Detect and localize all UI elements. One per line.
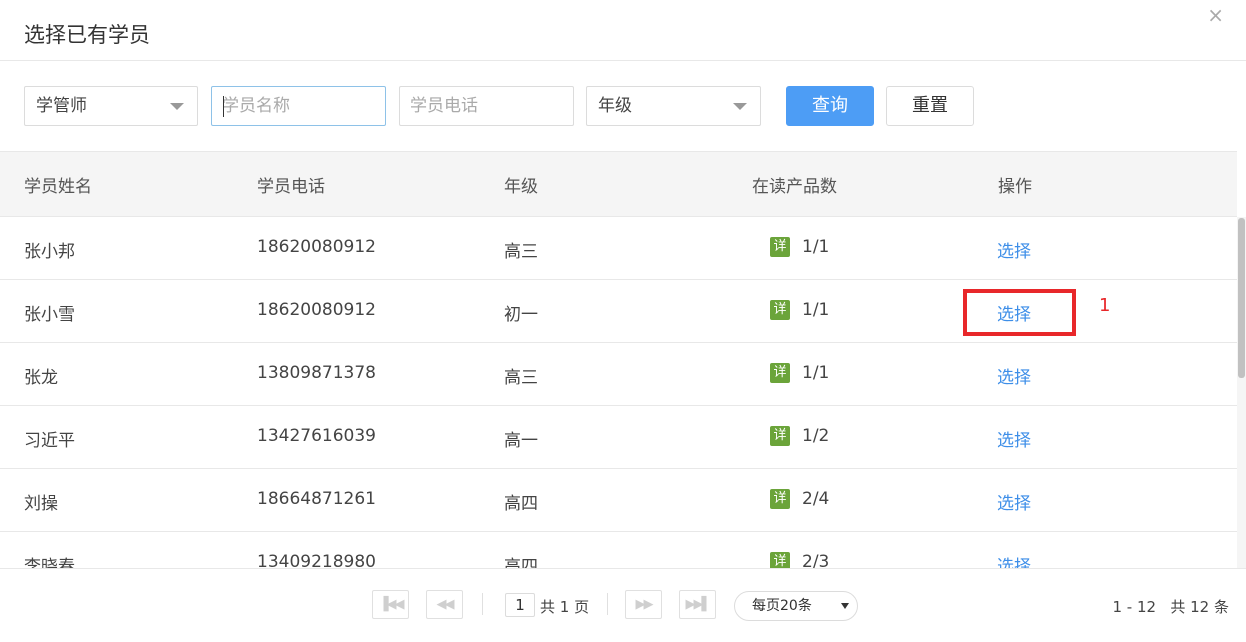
- product-count: 1/1: [802, 363, 830, 383]
- column-header-phone: 学员电话: [257, 177, 325, 197]
- table-row: 张小邦 18620080912 高三 详 1/1 选择: [0, 217, 1237, 280]
- record-range-text: 1 - 12 共 12 条: [1112, 596, 1229, 617]
- student-phone: 18620080912: [257, 300, 376, 320]
- manager-select[interactable]: 学管师: [24, 86, 198, 126]
- pagination-divider: [607, 593, 608, 615]
- filter-bar: 学管师 学员名称 学员电话 年级 查询 重置: [0, 61, 1246, 151]
- grade-select-value: 年级: [598, 96, 632, 116]
- prev-page-icon[interactable]: ◀◀: [426, 590, 463, 619]
- select-link[interactable]: 选择: [997, 237, 1031, 262]
- dropdown-caret-icon: [733, 103, 747, 110]
- detail-icon[interactable]: 详: [770, 300, 790, 320]
- table-row: 张龙 13809871378 高三 详 1/1 选择: [0, 343, 1237, 406]
- student-grade: 高一: [504, 431, 538, 451]
- reset-button[interactable]: 重置: [886, 86, 974, 126]
- product-count: 1/2: [802, 426, 830, 446]
- dialog-title: 选择已有学员: [24, 23, 150, 47]
- student-name: 张小邦: [24, 242, 75, 262]
- dropdown-caret-icon: [841, 603, 849, 609]
- select-link[interactable]: 选择: [997, 426, 1031, 451]
- detail-icon[interactable]: 详: [770, 363, 790, 383]
- search-button[interactable]: 查询: [786, 86, 874, 126]
- text-cursor: [223, 96, 224, 117]
- student-grade: 高四: [504, 494, 538, 514]
- product-count: 2/4: [802, 489, 830, 509]
- student-phone: 13409218980: [257, 552, 376, 568]
- last-page-icon[interactable]: ▶▶▌: [679, 590, 716, 619]
- select-link[interactable]: 选择: [997, 363, 1031, 388]
- table-row: 习近平 13427616039 高一 详 1/2 选择: [0, 406, 1237, 469]
- column-header-grade: 年级: [504, 177, 538, 197]
- student-name: 习近平: [24, 431, 75, 451]
- total-records-text: 共 12 条: [1170, 598, 1229, 616]
- manager-select-value: 学管师: [36, 96, 87, 116]
- detail-icon[interactable]: 详: [770, 426, 790, 446]
- student-phone: 13809871378: [257, 363, 376, 383]
- dialog-header: 选择已有学员 ×: [0, 0, 1246, 61]
- product-count: 1/1: [802, 237, 830, 257]
- student-name-input[interactable]: 学员名称: [211, 86, 386, 126]
- table-row: 刘操 18664871261 高四 详 2/4 选择: [0, 469, 1237, 532]
- pagination-divider: [482, 593, 483, 615]
- dropdown-caret-icon: [170, 103, 184, 110]
- column-header-name: 学员姓名: [24, 177, 92, 197]
- select-link[interactable]: 选择: [997, 489, 1031, 514]
- page-number-input[interactable]: 1: [505, 593, 535, 617]
- column-header-action: 操作: [998, 177, 1032, 197]
- student-phone-placeholder: 学员电话: [410, 96, 478, 116]
- annotation-label: 1: [1099, 295, 1111, 316]
- student-grade: 高四: [504, 557, 538, 568]
- annotation-highlight-box: [963, 289, 1076, 336]
- column-header-products: 在读产品数: [752, 177, 837, 197]
- student-phone: 18620080912: [257, 237, 376, 257]
- page-size-select[interactable]: 每页20条: [734, 591, 858, 621]
- student-name: 张小雪: [24, 305, 75, 325]
- student-phone: 18664871261: [257, 489, 376, 509]
- table-body[interactable]: 张小邦 18620080912 高三 详 1/1 选择 张小雪 18620080…: [0, 217, 1237, 568]
- student-name-placeholder: 学员名称: [222, 96, 290, 116]
- student-name: 张龙: [24, 368, 58, 388]
- detail-icon[interactable]: 详: [770, 489, 790, 509]
- close-icon[interactable]: ×: [1207, 5, 1224, 25]
- table-row: 李晓春 13409218980 高四 详 2/3 选择: [0, 532, 1237, 568]
- table-header: 学员姓名 学员电话 年级 在读产品数 操作: [0, 151, 1237, 217]
- detail-icon[interactable]: 详: [770, 237, 790, 257]
- student-name: 刘操: [24, 494, 58, 514]
- student-name: 李晓春: [24, 557, 75, 568]
- detail-icon[interactable]: 详: [770, 552, 790, 568]
- first-page-icon[interactable]: ▐◀◀: [372, 590, 409, 619]
- grade-select[interactable]: 年级: [586, 86, 761, 126]
- select-link[interactable]: 选择: [997, 552, 1031, 568]
- product-count: 2/3: [802, 552, 830, 568]
- next-page-icon[interactable]: ▶▶: [625, 590, 662, 619]
- student-grade: 高三: [504, 242, 538, 262]
- range-text: 1 - 12: [1112, 598, 1157, 616]
- student-phone: 13427616039: [257, 426, 376, 446]
- page-size-value: 每页20条: [752, 598, 812, 614]
- student-grade: 高三: [504, 368, 538, 388]
- scrollbar-thumb[interactable]: [1238, 218, 1245, 378]
- pagination-bar: ▐◀◀ ◀◀ 1 共 1 页 ▶▶ ▶▶▌ 每页20条 1 - 12 共 12 …: [0, 568, 1246, 642]
- total-pages-text: 共 1 页: [540, 598, 590, 616]
- student-phone-input[interactable]: 学员电话: [399, 86, 574, 126]
- student-grade: 初一: [504, 305, 538, 325]
- product-count: 1/1: [802, 300, 830, 320]
